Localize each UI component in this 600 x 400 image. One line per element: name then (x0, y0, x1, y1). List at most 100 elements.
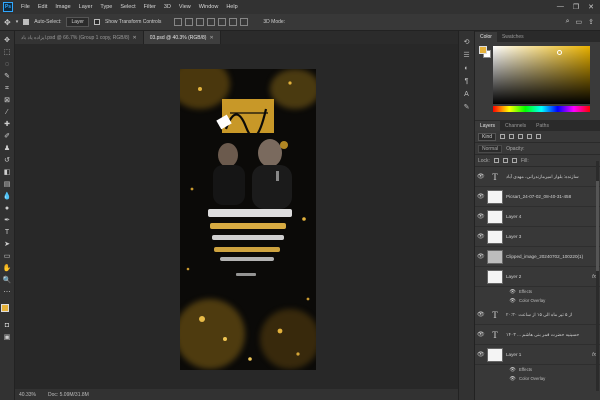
foreground-color-chip[interactable] (479, 46, 487, 54)
minimize-icon[interactable]: — (557, 3, 564, 11)
lock-pixels-icon[interactable] (493, 158, 499, 163)
brush-tool-icon[interactable]: ✐ (2, 132, 12, 141)
visibility-eye-icon[interactable]: 👁 (477, 253, 485, 260)
distribute-icon[interactable] (240, 18, 249, 26)
layers-scrollbar[interactable] (596, 161, 599, 391)
history-brush-tool-icon[interactable]: ↺ (2, 156, 12, 165)
quick-select-tool-icon[interactable]: ✎ (2, 72, 12, 81)
color-chips[interactable] (479, 46, 491, 58)
scrollbar-thumb[interactable] (596, 181, 599, 271)
layer-row[interactable]: 👁 Clipped_image_20240702_100220(1) (475, 247, 600, 267)
clone-stamp-tool-icon[interactable]: ♟ (2, 144, 12, 153)
effects-row[interactable]: 👁 Effects (475, 365, 600, 374)
lasso-tool-icon[interactable]: ◌ (2, 60, 12, 69)
layer-row[interactable]: 👁 Layer 3 (475, 227, 600, 247)
show-transform-checkbox[interactable] (93, 19, 100, 25)
foreground-color-swatch[interactable] (1, 304, 9, 312)
path-select-tool-icon[interactable]: ➤ (2, 240, 12, 249)
restore-icon[interactable]: ❐ (573, 3, 579, 11)
share-icon[interactable]: ⇪ (588, 18, 594, 26)
visibility-eye-icon[interactable]: 👁 (477, 351, 485, 358)
color-picker-field[interactable] (493, 46, 590, 104)
visibility-eye-icon[interactable]: 👁 (477, 311, 485, 318)
effects-row[interactable]: 👁 Effects (475, 287, 600, 296)
quick-mask-icon[interactable]: ◘ (2, 321, 12, 330)
color-picker-marker[interactable] (557, 50, 562, 55)
align-center-icon[interactable] (218, 18, 227, 26)
align-top-icon[interactable] (174, 18, 183, 26)
zoom-tool-icon[interactable]: 🔍 (2, 276, 12, 285)
align-middle-icon[interactable] (185, 18, 194, 26)
workspace-icon[interactable]: ▭ (576, 18, 583, 26)
visibility-eye-icon[interactable]: 👁 (477, 213, 485, 220)
layer-row[interactable]: 👁 Layer 4 (475, 207, 600, 227)
menu-3d[interactable]: 3D (160, 4, 175, 10)
menu-select[interactable]: Select (116, 4, 139, 10)
zoom-level[interactable]: 40.33% (19, 392, 36, 398)
frame-tool-icon[interactable]: ⊠ (2, 96, 12, 105)
align-left-icon[interactable] (207, 18, 216, 26)
color-overlay-row[interactable]: 👁 Color Overlay (475, 296, 600, 305)
properties-icon[interactable]: ☰ (462, 52, 471, 60)
tab-layers[interactable]: Layers (475, 121, 501, 131)
visibility-eye-icon[interactable]: 👁 (509, 298, 516, 304)
layer-row[interactable]: Layer 2 fx (475, 267, 600, 287)
align-bottom-icon[interactable] (196, 18, 205, 26)
dodge-tool-icon[interactable]: ● (2, 204, 12, 213)
menu-layer[interactable]: Layer (75, 4, 97, 10)
align-right-icon[interactable] (229, 18, 238, 26)
type-filter-icon[interactable] (518, 134, 524, 139)
hue-slider[interactable] (493, 106, 590, 112)
crop-tool-icon[interactable]: ⌗ (2, 84, 12, 93)
visibility-eye-icon[interactable]: 👁 (477, 233, 485, 240)
lock-position-icon[interactable] (502, 158, 508, 163)
shape-tool-icon[interactable]: ▭ (2, 252, 12, 261)
shape-filter-icon[interactable] (527, 134, 533, 139)
visibility-eye-icon[interactable]: 👁 (477, 331, 485, 338)
type-tool-icon[interactable]: T (2, 228, 12, 237)
search-icon[interactable]: ⌕ (566, 18, 570, 26)
color-swatches[interactable] (1, 304, 13, 318)
pixel-filter-icon[interactable] (500, 134, 506, 139)
hand-tool-icon[interactable]: ✋ (2, 264, 12, 273)
layer-row[interactable]: 👁 Layer 1 fx (475, 345, 600, 365)
brush-settings-icon[interactable]: ✎ (462, 104, 471, 112)
tab-document-2[interactable]: 03.psd @ 40.3% (RGB/8) ✕ (143, 31, 221, 44)
blend-mode-dropdown[interactable]: Normal (478, 144, 503, 153)
visibility-eye-icon[interactable]: 👁 (509, 367, 516, 373)
visibility-eye-icon[interactable]: 👁 (509, 289, 516, 295)
marquee-tool-icon[interactable]: ⬚ (2, 48, 12, 57)
adjustment-filter-icon[interactable] (509, 134, 515, 139)
menu-type[interactable]: Type (96, 4, 116, 10)
eyedropper-tool-icon[interactable]: ⁄ (2, 108, 12, 117)
blur-tool-icon[interactable]: 💧 (2, 192, 12, 201)
pen-tool-icon[interactable]: ✒ (2, 216, 12, 225)
layer-row[interactable]: 👁 T حسینیه حضرت قمر بنی هاشم ... ۱۴۰۳ (475, 325, 600, 345)
tool-preset-chevron-icon[interactable]: ▾ (16, 19, 19, 25)
close-tab-icon[interactable]: ✕ (209, 35, 213, 41)
move-tool-icon[interactable]: ✥ (2, 36, 12, 45)
adjustments-icon[interactable]: ◐ (462, 65, 471, 73)
menu-filter[interactable]: Filter (140, 4, 160, 10)
menu-edit[interactable]: Edit (34, 4, 51, 10)
close-icon[interactable]: ✕ (588, 3, 594, 11)
paragraph-icon[interactable]: ¶ (462, 78, 471, 86)
more-tools-icon[interactable]: ⋯ (2, 288, 12, 297)
close-tab-icon[interactable]: ✕ (132, 35, 136, 41)
lock-all-icon[interactable] (511, 158, 517, 163)
tab-paths[interactable]: Paths (531, 121, 554, 131)
menu-window[interactable]: Window (195, 4, 223, 10)
document-size[interactable]: Doc: 5.09M/31.8M (48, 392, 89, 398)
menu-image[interactable]: Image (51, 4, 74, 10)
menu-file[interactable]: File (17, 4, 34, 10)
layer-row[interactable]: 👁 T از ۵ تیر ماه الی ۱۵ از ساعت ۲۰:۳۰ (475, 305, 600, 325)
smart-object-filter-icon[interactable] (536, 134, 542, 139)
screen-mode-icon[interactable]: ▣ (2, 333, 12, 342)
auto-select-checkbox[interactable] (23, 19, 30, 25)
tab-swatches[interactable]: Swatches (497, 32, 529, 42)
tab-document-1[interactable]: ایزاده یاد باد.psd @ 66.7% (Group 1 copy… (15, 31, 144, 44)
history-icon[interactable]: ⟲ (462, 39, 471, 47)
eraser-tool-icon[interactable]: ◧ (2, 168, 12, 177)
visibility-eye-icon[interactable]: 👁 (477, 173, 485, 180)
menu-help[interactable]: Help (222, 4, 241, 10)
